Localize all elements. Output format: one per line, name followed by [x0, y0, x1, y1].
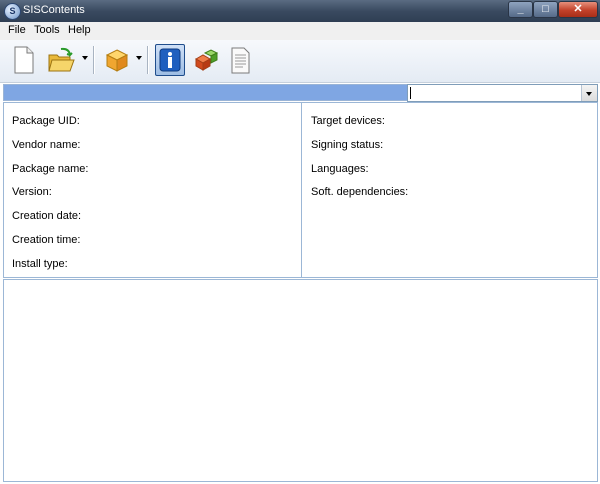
label-soft-dependencies: Soft. dependencies: [311, 186, 409, 198]
package-dropdown-arrow[interactable] [136, 56, 142, 60]
text-caret [410, 87, 411, 99]
open-button[interactable] [45, 44, 75, 76]
open-dropdown-arrow[interactable] [82, 56, 88, 60]
label-creation-date: Creation date: [12, 210, 82, 222]
close-button[interactable]: ✕ [558, 1, 598, 18]
text-document-icon [231, 47, 250, 74]
label-languages: Languages: [311, 163, 369, 175]
maximize-button[interactable]: □ [533, 1, 558, 18]
toolbar [0, 40, 600, 83]
package-button[interactable] [101, 44, 131, 76]
label-install-type: Install type: [12, 258, 68, 270]
menu-file[interactable]: File [8, 24, 26, 36]
window-title: SISContents [23, 4, 85, 16]
label-package-uid: Package UID: [12, 115, 80, 127]
close-icon: ✕ [573, 3, 583, 15]
info-button[interactable] [155, 44, 185, 76]
minimize-icon: _ [517, 3, 524, 15]
title-bar: S SISContents _ □ ✕ [0, 0, 600, 22]
minimize-button[interactable]: _ [508, 1, 533, 18]
label-package-name: Package name: [12, 163, 89, 175]
package-info-panel: Package UID: Vendor name: Package name: … [3, 102, 598, 278]
toolbar-separator [93, 46, 94, 74]
label-creation-time: Creation time: [12, 234, 81, 246]
info-icon [159, 48, 181, 72]
maximize-icon: □ [542, 3, 549, 15]
label-target-devices: Target devices: [311, 115, 385, 127]
label-version: Version: [12, 186, 52, 198]
text-view-button[interactable] [225, 44, 255, 76]
new-button[interactable] [9, 44, 39, 76]
components-button[interactable] [190, 44, 220, 76]
menu-help[interactable]: Help [68, 24, 91, 36]
chevron-down-icon[interactable] [581, 85, 597, 101]
toolbar-separator [147, 46, 148, 74]
panel-divider [301, 103, 302, 277]
package-select[interactable] [407, 84, 598, 102]
label-signing-status: Signing status: [311, 139, 384, 151]
components-icon [194, 49, 219, 71]
app-icon: S [4, 3, 21, 20]
open-folder-icon [48, 47, 75, 72]
label-vendor-name: Vendor name: [12, 139, 81, 151]
contents-area[interactable] [3, 279, 598, 482]
menu-bar: File Tools Help [0, 22, 600, 40]
menu-tools[interactable]: Tools [34, 24, 60, 36]
package-icon [105, 49, 129, 72]
new-document-icon [14, 46, 34, 74]
